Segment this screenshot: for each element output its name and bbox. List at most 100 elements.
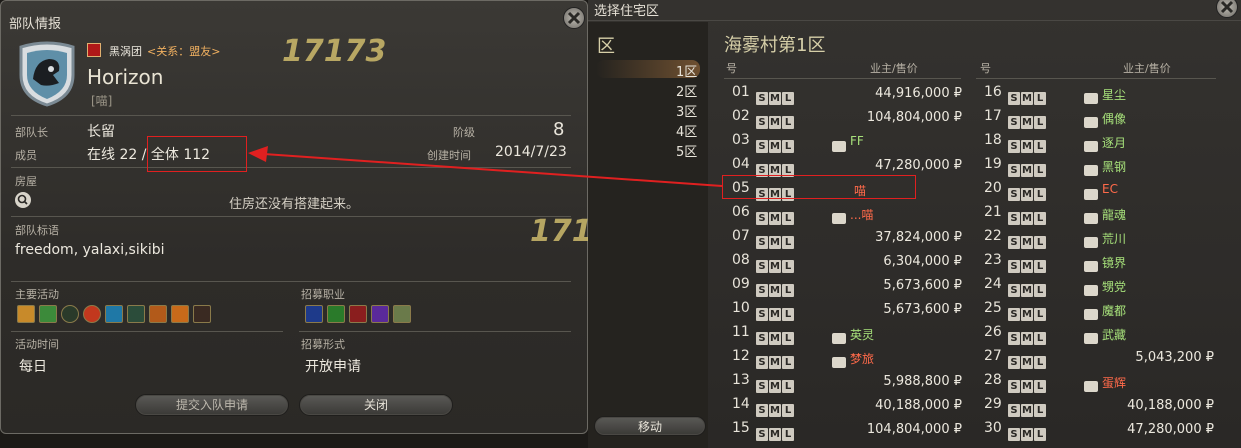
size-badge: S (756, 92, 768, 105)
size-badge: M (769, 356, 781, 369)
chat-bubble-icon[interactable] (832, 333, 846, 344)
chat-bubble-icon[interactable] (1084, 333, 1098, 344)
plot-number: 03 (732, 132, 750, 148)
close-icon[interactable] (1216, 0, 1238, 18)
ward-item[interactable]: 3区 (676, 101, 697, 120)
slogan-value: freedom, yalaxi,sikibi (15, 242, 165, 258)
chat-bubble-icon[interactable] (1084, 381, 1098, 392)
plot-row[interactable]: 13 S M L 5,988,800 ₽ (724, 371, 964, 393)
plot-row[interactable]: 01 S M L 44,916,000 ₽ (724, 83, 964, 105)
chat-bubble-icon[interactable] (832, 141, 846, 152)
plot-row[interactable]: 06 S M L ...喵 (724, 203, 964, 225)
plot-row[interactable]: 19 S M L 黑钢 (976, 155, 1216, 177)
chat-bubble-icon[interactable] (1084, 309, 1098, 320)
plot-row[interactable]: 14 S M L 40,188,000 ₽ (724, 395, 964, 417)
size-badge: S (756, 356, 768, 369)
plot-row[interactable]: 10 S M L 5,673,600 ₽ (724, 299, 964, 321)
size-badge: S (1008, 332, 1020, 345)
plot-row[interactable]: 11 S M L 英灵 (724, 323, 964, 345)
plot-number: 07 (732, 228, 750, 244)
divider (11, 331, 283, 332)
plot-owner: 逐月 (1102, 136, 1127, 150)
size-badge: L (1034, 164, 1046, 177)
plot-row[interactable]: 07 S M L 37,824,000 ₽ (724, 227, 964, 249)
size-badge: M (769, 116, 781, 129)
plot-row[interactable]: 27 S M L 5,043,200 ₽ (976, 347, 1216, 369)
plot-row[interactable]: 29 S M L 40,188,000 ₽ (976, 395, 1216, 417)
plot-number: 01 (732, 84, 750, 100)
chat-bubble-icon[interactable] (1084, 237, 1098, 248)
melee-dps-role-icon (349, 305, 367, 323)
divider (11, 115, 571, 116)
plot-price: 5,043,200 ₽ (1135, 350, 1214, 365)
ward-item[interactable]: 2区 (676, 81, 697, 100)
ward-item[interactable]: 1区 (676, 61, 697, 80)
size-badge: M (769, 404, 781, 417)
size-badge: M (1021, 428, 1033, 441)
size-badge: M (769, 260, 781, 273)
size-badge: L (1034, 284, 1046, 297)
plot-row[interactable]: 18 S M L 逐月 (976, 131, 1216, 153)
plot-number: 25 (984, 300, 1002, 316)
divider (11, 281, 571, 282)
size-badge: S (756, 236, 768, 249)
chat-bubble-icon[interactable] (1084, 165, 1098, 176)
plot-row[interactable]: 17 S M L 偶像 (976, 107, 1216, 129)
plot-row[interactable]: 26 S M L 武藏 (976, 323, 1216, 345)
size-badge: L (1034, 116, 1046, 129)
size-badge: L (1034, 308, 1046, 321)
chat-bubble-icon[interactable] (1084, 213, 1098, 224)
plot-row[interactable]: 12 S M L 梦旅 (724, 347, 964, 369)
plot-row[interactable]: 04 S M L 47,280,000 ₽ (724, 155, 964, 177)
size-badges: SML (756, 422, 795, 441)
plot-row[interactable]: 25 S M L 魔都 (976, 299, 1216, 321)
chat-bubble-icon[interactable] (832, 357, 846, 368)
plot-row[interactable]: 23 S M L 镜界 (976, 251, 1216, 273)
size-badge: S (756, 332, 768, 345)
recruit-jobs-label: 招募职业 (301, 288, 345, 301)
chat-bubble-icon[interactable] (1084, 117, 1098, 128)
activity-role-play-icon (17, 305, 35, 323)
active-time-label: 活动时间 (15, 338, 59, 351)
chat-bubble-icon[interactable] (1084, 261, 1098, 272)
size-badge: M (1021, 260, 1033, 273)
plot-row[interactable]: 08 S M L 6,304,000 ₽ (724, 251, 964, 273)
size-badge: M (769, 236, 781, 249)
apply-button[interactable]: 提交入队申请 (135, 394, 289, 416)
size-badges: SML (1008, 134, 1047, 153)
plot-row[interactable]: 30 S M L 47,280,000 ₽ (976, 419, 1216, 441)
plot-row[interactable]: 09 S M L 5,673,600 ₽ (724, 275, 964, 297)
plot-row[interactable]: 15 S M L 104,804,000 ₽ (724, 419, 964, 441)
search-icon[interactable] (15, 192, 31, 208)
chat-bubble-icon[interactable] (1084, 285, 1098, 296)
plot-row[interactable]: 24 S M L 甥党 (976, 275, 1216, 297)
chat-bubble-icon[interactable] (1084, 189, 1098, 200)
move-button[interactable]: 移动 (594, 416, 706, 436)
chat-bubble-icon[interactable] (832, 213, 846, 224)
plot-row[interactable]: 22 S M L 荒川 (976, 227, 1216, 249)
size-badge: S (1008, 380, 1020, 393)
close-icon[interactable] (563, 7, 585, 29)
plot-row[interactable]: 21 S M L 龍魂 (976, 203, 1216, 225)
ward-item[interactable]: 4区 (676, 121, 697, 140)
close-button[interactable]: 关闭 (299, 394, 453, 416)
plot-number: 19 (984, 156, 1002, 172)
plot-row[interactable]: 03 S M L FF (724, 131, 964, 153)
plot-row[interactable]: 20 S M L EC (976, 179, 1216, 201)
chat-bubble-icon[interactable] (1084, 141, 1098, 152)
plot-price: 47,280,000 ₽ (875, 158, 962, 173)
plot-row[interactable]: 02 S M L 104,804,000 ₽ (724, 107, 964, 129)
recruit-form-label: 招募形式 (301, 338, 345, 351)
plot-row[interactable]: 28 S M L 蛋辉 (976, 371, 1216, 393)
plot-number: 16 (984, 84, 1002, 100)
plot-price: 5,673,600 ₽ (883, 302, 962, 317)
size-badges: SML (1008, 350, 1047, 369)
plot-number: 23 (984, 252, 1002, 268)
size-badges: SML (756, 398, 795, 417)
size-badge: L (1034, 236, 1046, 249)
chat-bubble-icon[interactable] (1084, 93, 1098, 104)
col-no-header: 号 (726, 62, 737, 75)
size-badge: L (782, 380, 794, 393)
size-badges: SML (1008, 302, 1047, 321)
plot-row[interactable]: 16 S M L 星尘 (976, 83, 1216, 105)
